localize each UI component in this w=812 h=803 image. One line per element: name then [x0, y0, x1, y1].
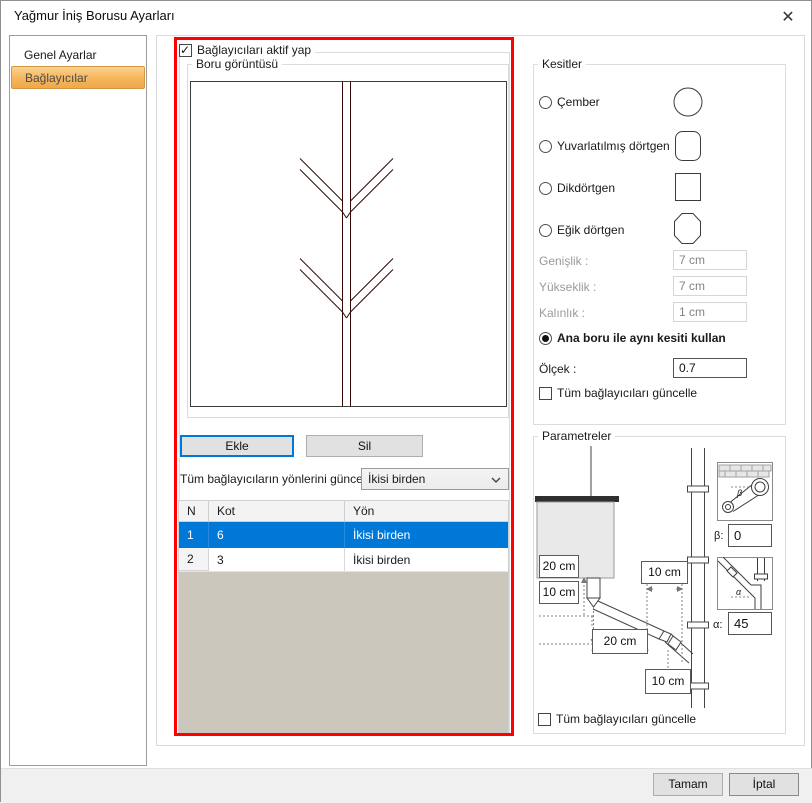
connectors-table: N Kot Yön 1 6 İkisi birden 2 3 İkisi bir… [178, 500, 509, 735]
delete-button[interactable]: Sil [306, 435, 423, 457]
thickness-label: Kalınlık : [539, 306, 585, 320]
directions-dropdown[interactable]: İkisi birden [361, 468, 509, 490]
pipe-preview-canvas [190, 81, 507, 407]
directions-dropdown-value: İkisi birden [368, 472, 425, 486]
row2-yon-cell[interactable]: İkisi birden [345, 548, 508, 571]
parameters-update-all-row[interactable]: Tüm bağlayıcıları güncelle [538, 712, 696, 726]
dim-box-4: 20 cm [592, 629, 648, 654]
height-field [673, 276, 747, 296]
alpha-label: α: [713, 619, 722, 631]
alpha-symbol: α [736, 587, 742, 597]
beta-field[interactable] [728, 524, 772, 547]
row1-kot-cell[interactable]: 6 [209, 522, 345, 548]
dim-box-5: 10 cm [645, 669, 691, 694]
option-yuvarlatilmis-dortgen[interactable]: Yuvarlatılmış dörtgen [539, 139, 670, 153]
row1-yon-cell[interactable]: İkisi birden [345, 522, 508, 548]
circle-radio-label: Çember [557, 95, 600, 109]
row1-n-cell[interactable]: 1 [179, 522, 209, 548]
rounded-rect-radio[interactable] [539, 140, 552, 153]
row2-kot-cell[interactable]: 3 [209, 548, 345, 571]
scale-field[interactable] [673, 358, 747, 378]
option-cember[interactable]: Çember [539, 95, 600, 109]
table-row[interactable]: 1 6 İkisi birden [179, 522, 508, 548]
beta-symbol: β [736, 488, 742, 498]
table-header-row: N Kot Yön [179, 501, 508, 522]
height-label: Yükseklik : [539, 280, 596, 294]
parameters-group-label: Parametreler [538, 429, 615, 443]
cancel-button[interactable]: İptal [729, 773, 799, 796]
activate-connectors-row: Bağlayıcıları aktif yap [178, 43, 315, 57]
thickness-field [673, 302, 747, 322]
col-header-n[interactable]: N [179, 501, 209, 521]
sidebar-item-baglayicilar[interactable]: Bağlayıcılar [11, 66, 145, 89]
close-icon[interactable]: ✕ [777, 7, 799, 29]
col-header-yon[interactable]: Yön [345, 501, 508, 521]
parameters-update-all-checkbox[interactable] [538, 713, 551, 726]
settings-sidebar: Genel Ayarlar Bağlayıcılar [9, 35, 147, 766]
scale-label: Ölçek : [539, 362, 576, 376]
activate-connectors-checkbox[interactable] [179, 44, 192, 57]
alpha-angle-diagram: α [717, 557, 773, 610]
width-field [673, 250, 747, 270]
skewed-rect-shape-icon [674, 213, 701, 247]
rect-radio[interactable] [539, 182, 552, 195]
activate-connectors-label: Bağlayıcıları aktif yap [197, 43, 311, 57]
pipe-preview-drawing [191, 82, 506, 406]
add-button[interactable]: Ekle [180, 435, 294, 457]
option-egik-dortgen[interactable]: Eğik dörtgen [539, 223, 624, 237]
beta-angle-diagram: β [717, 462, 773, 521]
rect-shape-icon [675, 173, 701, 204]
window-title: Yağmur İniş Borusu Ayarları [14, 8, 175, 23]
sections-update-all-label: Tüm bağlayıcıları güncelle [557, 386, 697, 400]
option-same-as-main-pipe[interactable]: Ana boru ile aynı kesiti kullan [539, 331, 726, 345]
option-dikdortgen[interactable]: Dikdörtgen [539, 181, 615, 195]
same-as-main-radio-label: Ana boru ile aynı kesiti kullan [557, 331, 726, 345]
col-header-kot[interactable]: Kot [209, 501, 345, 521]
skewed-rect-radio[interactable] [539, 224, 552, 237]
same-as-main-radio[interactable] [539, 332, 552, 345]
sections-update-all-row[interactable]: Tüm bağlayıcıları güncelle [539, 386, 697, 400]
rect-radio-label: Dikdörtgen [557, 181, 615, 195]
directions-label: Tüm bağlayıcıların yönlerini güncelle : [180, 472, 381, 486]
table-row[interactable]: 2 3 İkisi birden [179, 548, 508, 572]
row2-n-cell[interactable]: 2 [179, 548, 209, 571]
ok-button[interactable]: Tamam [653, 773, 723, 796]
rounded-rect-shape-icon [675, 131, 701, 164]
chevron-down-icon [491, 477, 501, 483]
sidebar-item-genel-ayarlar[interactable]: Genel Ayarlar [11, 44, 145, 67]
dim-box-1: 20 cm [539, 555, 579, 578]
circle-shape-icon [673, 87, 703, 120]
width-label: Genişlik : [539, 254, 588, 268]
sections-group-label: Kesitler [538, 57, 586, 71]
dim-box-2: 10 cm [539, 581, 579, 604]
circle-radio[interactable] [539, 96, 552, 109]
dialog-window: Yağmur İniş Borusu Ayarları ✕ Genel Ayar… [0, 0, 812, 802]
dim-box-3: 10 cm [641, 561, 688, 584]
parameters-update-all-label: Tüm bağlayıcıları güncelle [556, 712, 696, 726]
rounded-rect-radio-label: Yuvarlatılmış dörtgen [557, 139, 670, 153]
sections-update-all-checkbox[interactable] [539, 387, 552, 400]
alpha-field[interactable] [728, 612, 772, 635]
skewed-rect-radio-label: Eğik dörtgen [557, 223, 624, 237]
beta-label: β: [714, 530, 723, 542]
pipe-preview-group-label: Boru görüntüsü [192, 57, 282, 71]
